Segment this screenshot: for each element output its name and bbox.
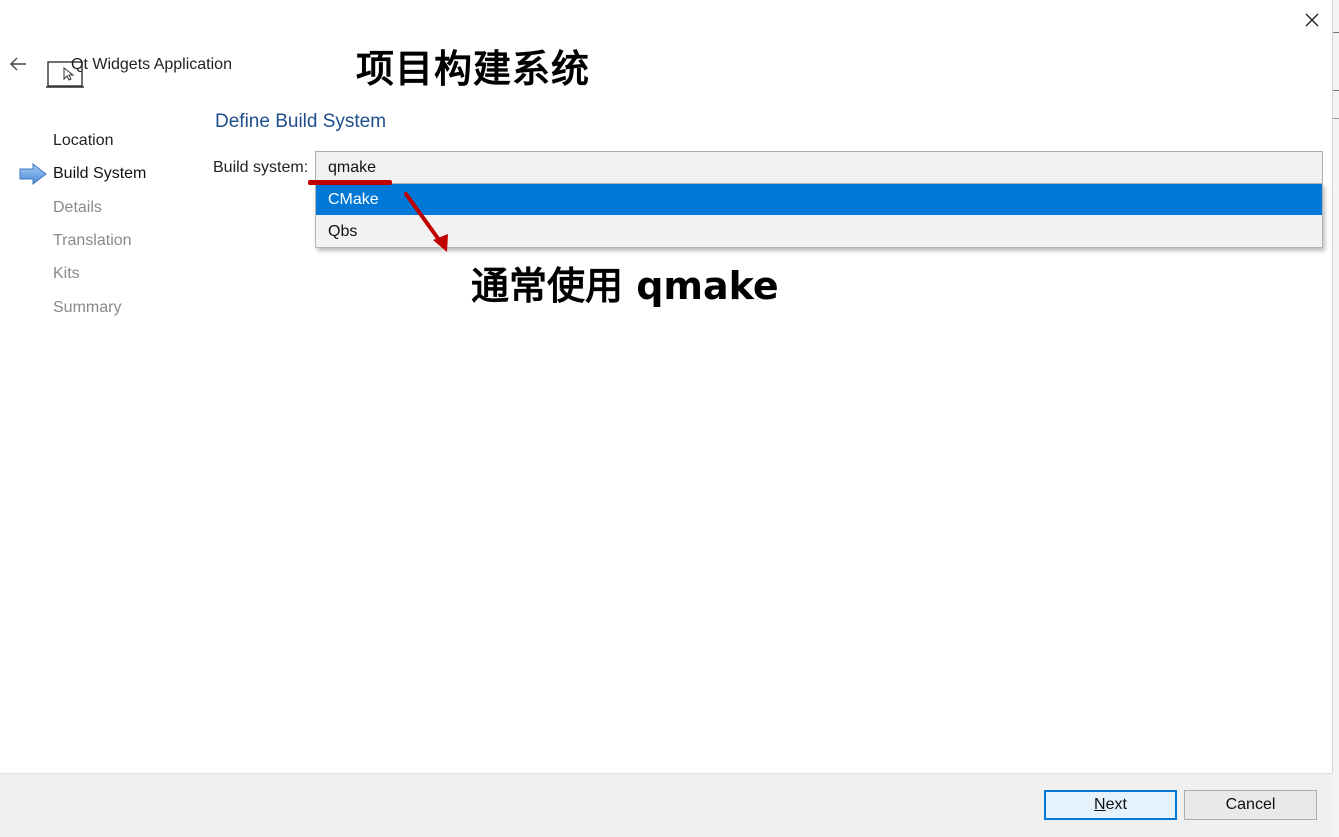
wizard-window: Qt Widgets Application 项目构建系统 Location B… [0,0,1333,837]
close-button[interactable] [1298,6,1326,34]
annotation-underline [308,180,392,185]
next-mnemonic: N [1094,796,1106,813]
wizard-title: Qt Widgets Application [71,56,232,73]
step-build-system: Build System [53,165,147,182]
cancel-button[interactable]: Cancel [1184,790,1317,820]
back-button[interactable] [6,52,30,76]
close-icon [1305,13,1319,27]
step-translation: Translation [53,232,132,249]
back-arrow-icon [10,57,26,71]
step-location: Location [53,132,114,149]
annotation-note: 通常使用 qmake [471,264,779,308]
build-system-dropdown: CMake Qbs [315,183,1323,248]
build-system-label: Build system: [213,159,309,176]
wizard-footer: Next Cancel [0,773,1333,837]
current-step-arrow-icon [19,163,47,185]
build-system-value: qmake [328,159,377,176]
background-window-edge [1333,0,1339,837]
annotation-title: 项目构建系统 [356,47,591,91]
next-label-rest: ext [1105,796,1127,813]
option-qbs[interactable]: Qbs [316,216,1322,247]
build-system-combobox[interactable]: qmake [315,151,1323,184]
step-details: Details [53,199,102,216]
annotation-arrow-icon [404,192,448,252]
next-button[interactable]: Next [1044,790,1177,820]
step-kits: Kits [53,265,80,282]
step-summary: Summary [53,299,122,316]
page-heading: Define Build System [215,111,387,132]
option-cmake[interactable]: CMake [316,184,1322,215]
